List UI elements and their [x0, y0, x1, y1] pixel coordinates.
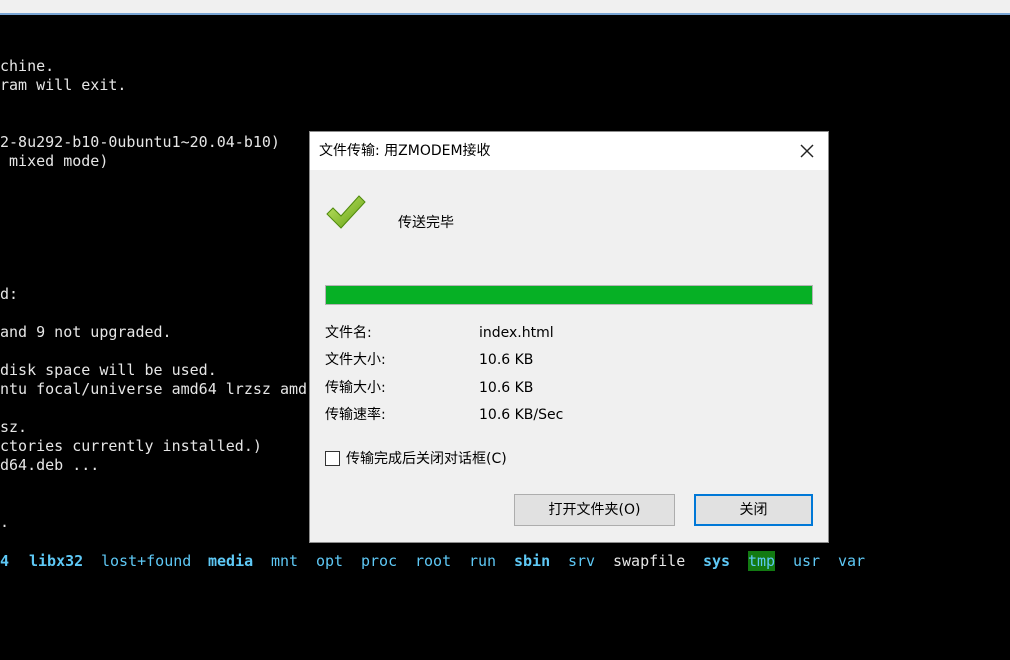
ls-entry: opt: [316, 552, 344, 570]
terminal-line: and 9 not upgraded.: [0, 323, 172, 341]
ls-entry: run: [469, 552, 497, 570]
ls-entry: 4: [0, 552, 10, 570]
progress-fill: [326, 286, 812, 304]
filesize-value: 10.6 KB: [479, 352, 534, 368]
ls-entry: libx32: [29, 552, 84, 570]
dialog-title-bar[interactable]: 文件传输: 用ZMODEM接收: [310, 132, 828, 170]
ls-entry: root: [415, 552, 452, 570]
close-icon[interactable]: [796, 140, 818, 162]
ls-entry: swapfile: [613, 552, 686, 570]
filename-value: index.html: [479, 325, 554, 341]
screen: chine. ram will exit. 2-8u292-b10-0ubunt…: [0, 0, 1010, 660]
terminal-line: ram will exit.: [0, 76, 127, 94]
dialog-title: 文件传输: 用ZMODEM接收: [319, 143, 491, 159]
terminal-line: disk space will be used.: [0, 361, 217, 379]
rate-value: 10.6 KB/Sec: [479, 407, 564, 423]
ls-entry: srv: [568, 552, 596, 570]
close-button[interactable]: 关闭: [694, 494, 813, 526]
transferred-value: 10.6 KB: [479, 380, 534, 396]
terminal-line: chine.: [0, 57, 55, 75]
ls-entry-highlighted: tmp: [748, 551, 776, 571]
ls-entry: lost+found: [101, 552, 192, 570]
ls-entry: proc: [361, 552, 398, 570]
ls-entry: var: [838, 552, 866, 570]
ls-entry: usr: [793, 552, 821, 570]
terminal-line: d:: [0, 285, 19, 303]
ls-entry: sys: [703, 552, 731, 570]
auto-close-checkbox[interactable]: [325, 451, 340, 466]
rate-label: 传输速率:: [325, 407, 386, 423]
ls-entry: media: [208, 552, 254, 570]
transfer-status: 传送完毕: [398, 215, 454, 231]
transferred-label: 传输大小:: [325, 380, 386, 396]
filesize-label: 文件大小:: [325, 352, 386, 368]
check-icon: [325, 194, 367, 232]
terminal-line: d64.deb ...: [0, 456, 100, 474]
terminal-line: ntu focal/universe amd64 lrzsz amd: [0, 380, 308, 398]
terminal-line: mixed mode): [0, 152, 109, 170]
window-top-border: [0, 13, 1010, 15]
terminal-line: 2-8u292-b10-0ubuntu1~20.04-b10): [0, 133, 280, 151]
open-folder-button[interactable]: 打开文件夹(O): [514, 494, 675, 526]
progress-bar: [325, 285, 813, 305]
filename-label: 文件名:: [325, 325, 372, 341]
terminal-line: sz.: [0, 418, 28, 436]
zmodem-transfer-dialog: 文件传输: 用ZMODEM接收 传送完毕 文件名: index.html 文件大…: [309, 131, 829, 543]
window-top-bar: [0, 0, 1010, 13]
auto-close-label[interactable]: 传输完成后关闭对话框(C): [346, 449, 507, 469]
ls-entry: sbin: [514, 552, 551, 570]
terminal-line: .: [0, 513, 10, 531]
ls-entry: mnt: [271, 552, 299, 570]
terminal-line: ctories currently installed.): [0, 437, 262, 455]
